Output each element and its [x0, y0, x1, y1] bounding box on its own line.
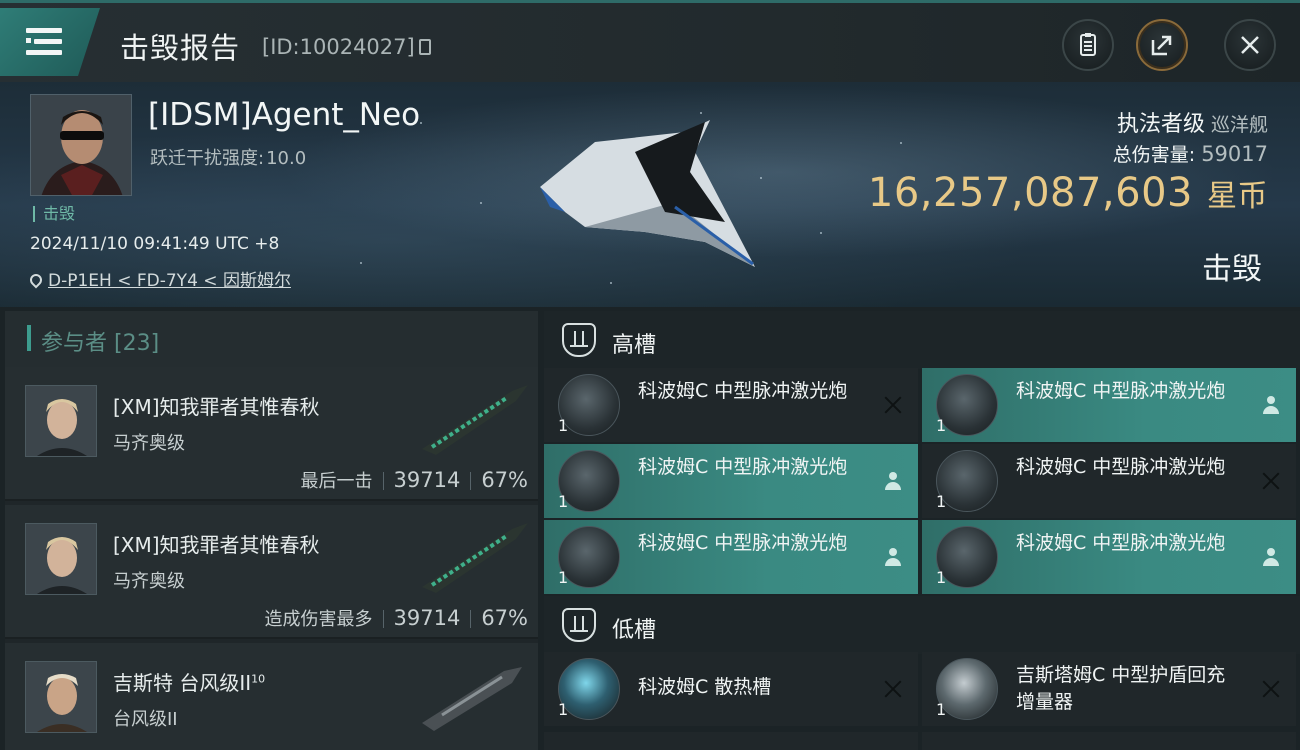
destroyed-icon: [1260, 678, 1282, 700]
low-slot-header: 低槽: [544, 596, 1300, 654]
close-button[interactable]: [1224, 19, 1276, 71]
victim-ship-image: [540, 120, 755, 267]
participants-header: 参与者 [23]: [5, 311, 538, 367]
victim-avatar[interactable]: [30, 94, 132, 196]
participant-stats: 最后一击 39714 67%: [300, 468, 529, 492]
participant-ship-image: [422, 523, 528, 593]
menu-button[interactable]: [0, 8, 100, 76]
clipboard-button[interactable]: [1062, 19, 1114, 71]
victim-banner: [IDSM]Agent_Neo 跃迁干扰强度: 10.0 击毁 2024/11/1…: [0, 82, 1300, 307]
destroyed-icon: [882, 678, 904, 700]
top-bar: 击毁报告 [ID:10024027]: [0, 0, 1300, 82]
copy-icon[interactable]: [418, 39, 431, 55]
module-item[interactable]: 1 科波姆C 中型脉冲激光炮: [544, 368, 918, 442]
kill-id: [ID:10024027]: [262, 35, 431, 59]
close-icon: [1241, 36, 1259, 54]
participant-stats: 造成伤害最多 39714 67%: [264, 606, 529, 630]
participant-row[interactable]: 吉斯特 台风级II10 台风级II: [5, 643, 538, 750]
victim-name: [IDSM]Agent_Neo: [148, 97, 421, 133]
share-icon: [1151, 35, 1172, 56]
page-title: 击毁报告: [120, 31, 241, 65]
low-slot-icon: [562, 608, 596, 642]
participants-panel: 参与者 [23] [XM]知我罪者其惟春秋 马齐奥级 最后一击 39714 67% …: [5, 311, 538, 750]
kill-result: 击毁: [1202, 252, 1262, 287]
module-item[interactable]: 1 吉斯塔姆C 中型护盾回充增量器: [922, 652, 1296, 726]
avatar: [25, 661, 97, 733]
high-slot-icon: [562, 323, 596, 357]
dropped-icon: [882, 546, 904, 568]
share-button[interactable]: [1136, 19, 1188, 71]
module-item[interactable]: 1 科波姆C 散热槽: [544, 652, 918, 726]
participant-row[interactable]: [XM]知我罪者其惟春秋 马齐奥级 造成伤害最多 39714 67%: [5, 505, 538, 639]
scram-strength: 跃迁干扰强度: 10.0: [150, 148, 307, 169]
avatar: [25, 385, 97, 457]
participant-ship-image: [422, 385, 528, 455]
clipboard-icon: [1080, 33, 1096, 56]
participant-row[interactable]: [XM]知我罪者其惟春秋 马齐奥级 最后一击 39714 67%: [5, 367, 538, 501]
high-slot-header: 高槽: [544, 311, 1300, 369]
location-pin-icon: [27, 271, 45, 289]
destroyed-icon: [1260, 470, 1282, 492]
dropped-icon: [882, 470, 904, 492]
isk-value: 16,257,087,603 星币: [867, 170, 1268, 216]
status-tag: 击毁: [33, 206, 75, 222]
kill-time: 2024/11/10 09:41:49 UTC +8: [30, 234, 280, 254]
avatar: [25, 523, 97, 595]
ship-class: 执法者级 巡洋舰: [1116, 112, 1268, 137]
location-link[interactable]: D-P1EH < FD-7Y4 < 因斯姆尔: [27, 266, 291, 291]
dropped-icon: [1260, 546, 1282, 568]
total-damage: 总伤害量: 59017: [1112, 142, 1268, 166]
module-item[interactable]: 1 科波姆C 中型脉冲激光炮: [922, 444, 1296, 518]
module-item[interactable]: 1 科波姆C 中型脉冲激光炮: [922, 520, 1296, 594]
module-item[interactable]: [922, 732, 1296, 750]
module-item[interactable]: 1 科波姆C 中型脉冲激光炮: [544, 444, 918, 518]
participant-ship-image: [422, 667, 522, 731]
module-item[interactable]: 1 科波姆C 中型脉冲激光炮: [922, 368, 1296, 442]
destroyed-icon: [882, 394, 904, 416]
module-item[interactable]: [544, 732, 918, 750]
dropped-icon: [1260, 394, 1282, 416]
module-item[interactable]: 1 科波姆C 中型脉冲激光炮: [544, 520, 918, 594]
